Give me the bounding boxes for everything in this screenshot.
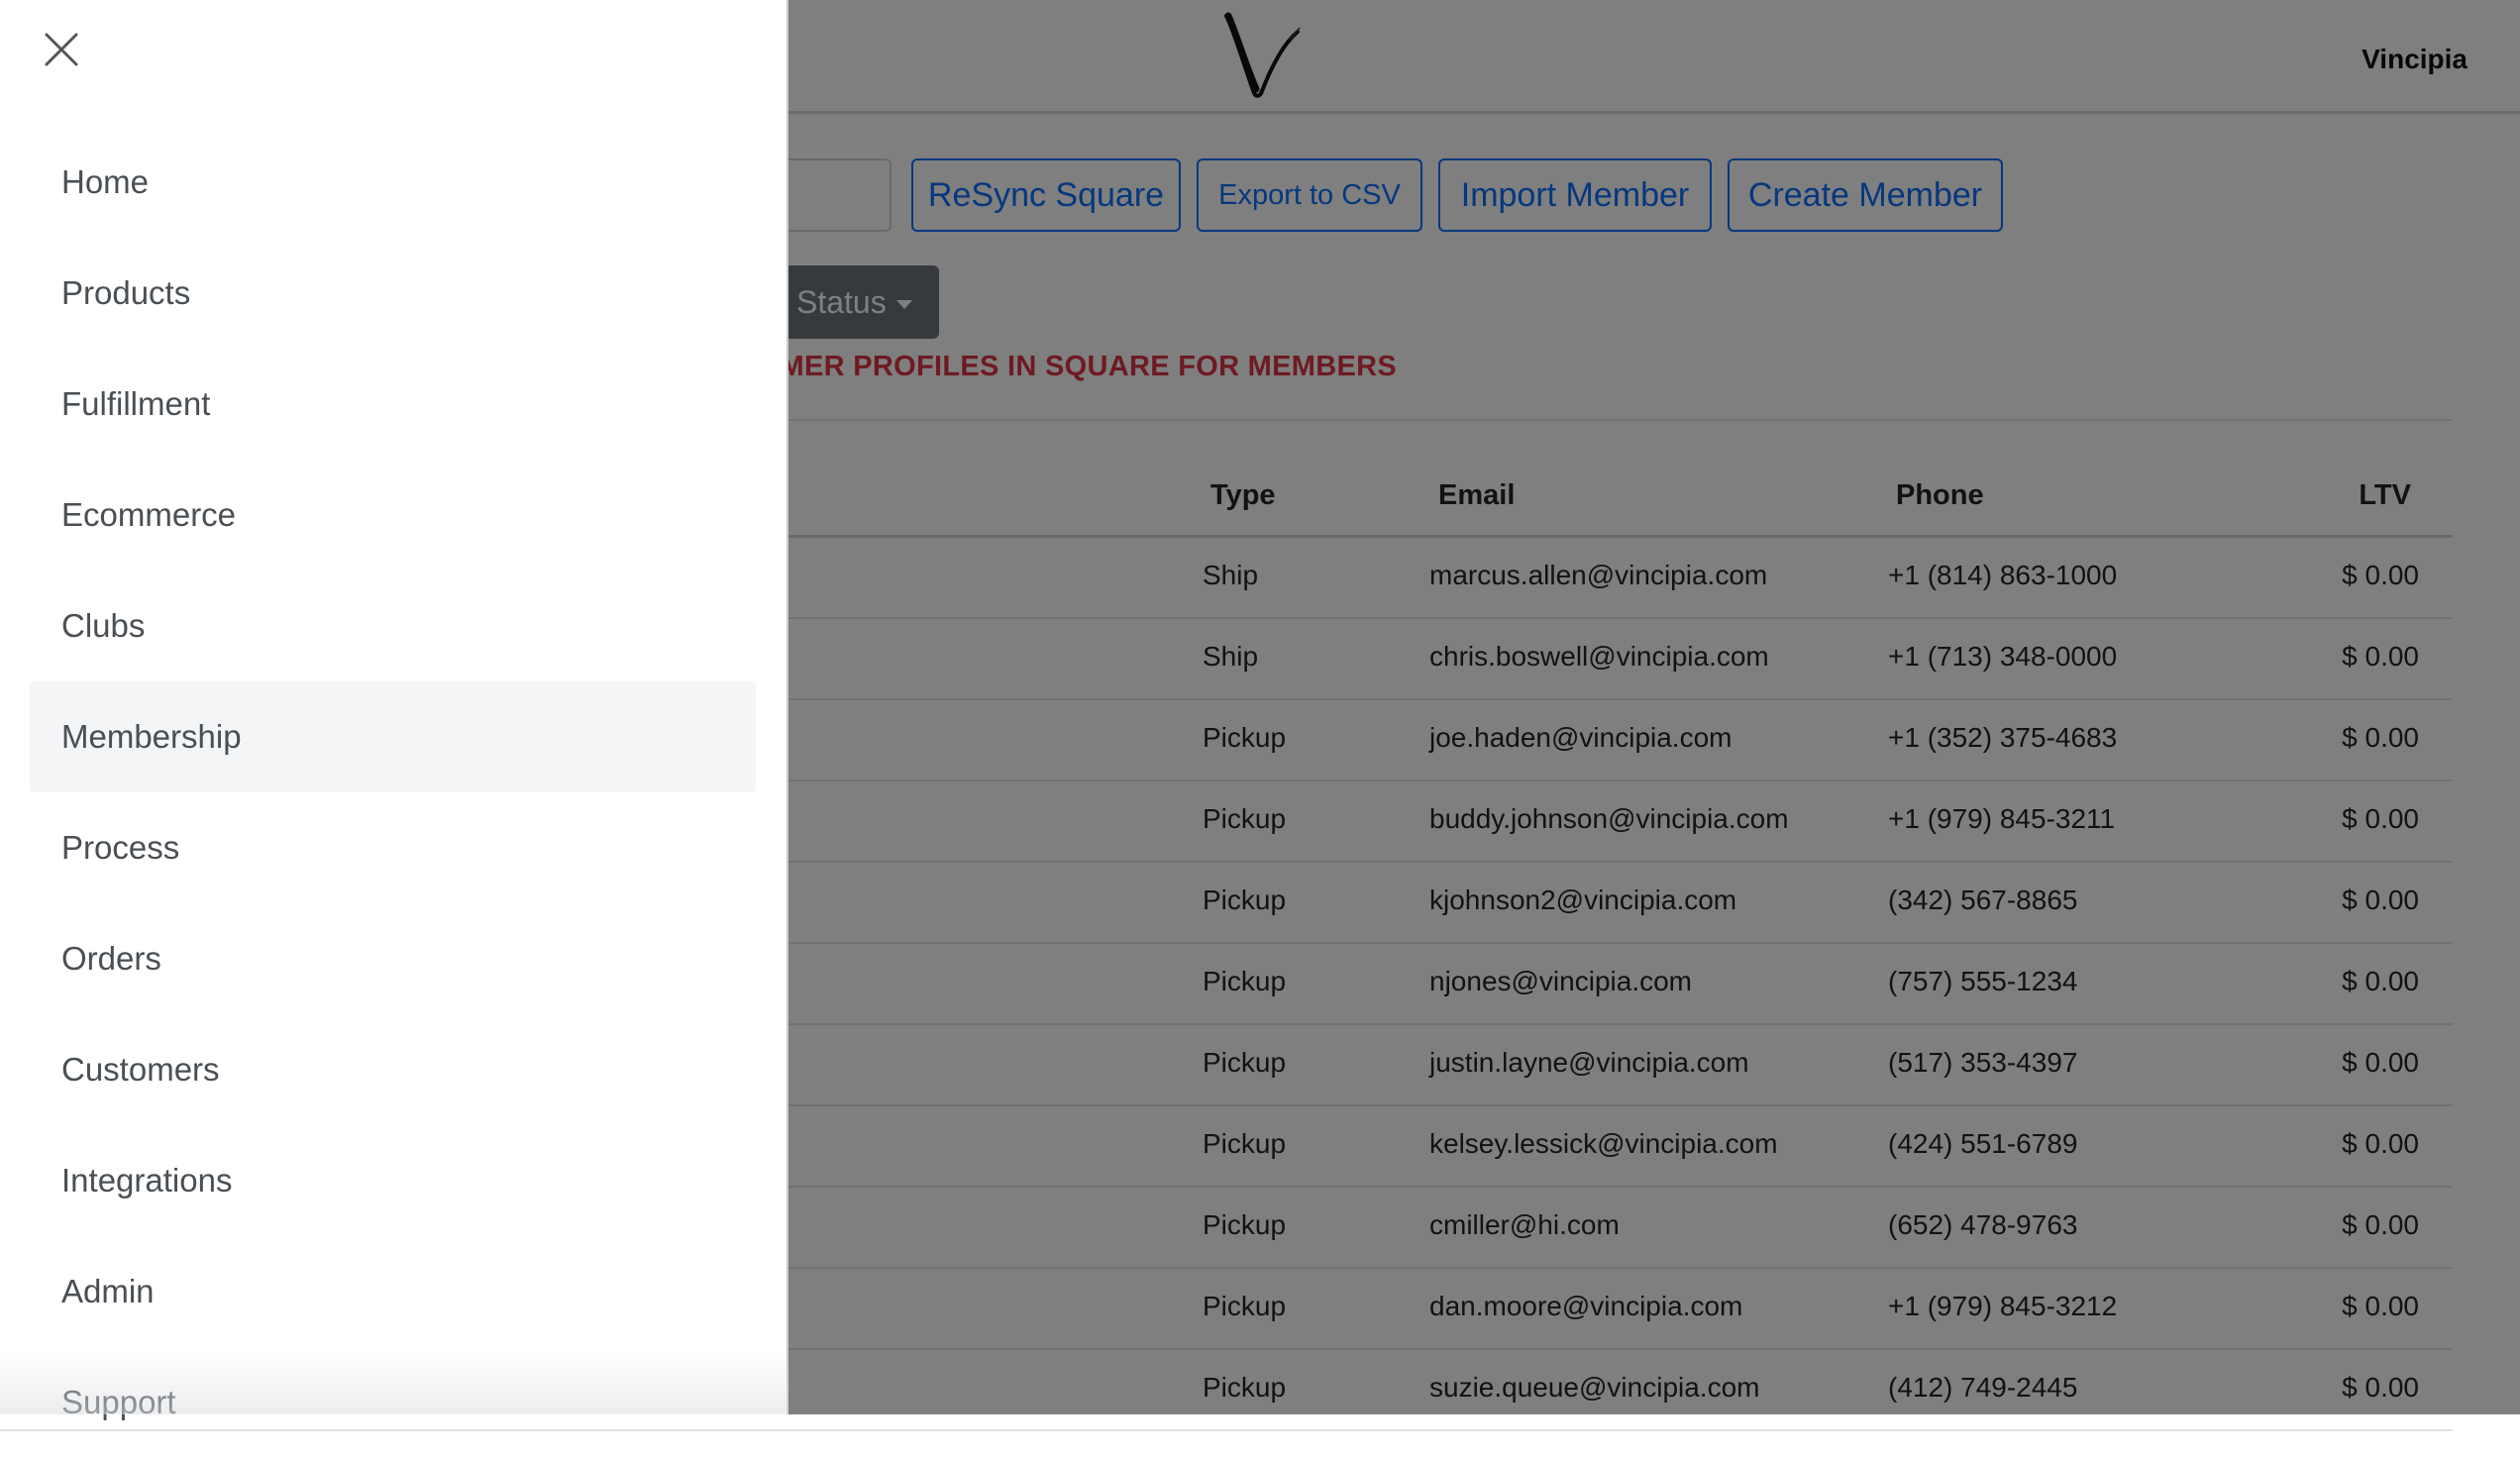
close-icon-glyph xyxy=(45,33,78,66)
sidebar-item-home[interactable]: Home xyxy=(30,127,756,238)
sidebar-item-orders[interactable]: Orders xyxy=(30,903,756,1014)
sidebar-nav: Home Products Fulfillment Ecommerce Clubs Mem… xyxy=(30,127,756,1458)
sidebar-item-membership[interactable]: Membership xyxy=(30,681,756,792)
sidebar-item-customers[interactable]: Customers xyxy=(30,1014,756,1125)
sidebar-item-ecommerce[interactable]: Ecommerce xyxy=(30,460,756,571)
sidebar-item-integrations[interactable]: Integrations xyxy=(30,1125,756,1236)
sidebar-item-process[interactable]: Process xyxy=(30,792,756,903)
sidebar-item-clubs[interactable]: Clubs xyxy=(30,571,756,681)
close-icon[interactable] xyxy=(36,24,87,75)
sidebar-item-fulfillment[interactable]: Fulfillment xyxy=(30,349,756,460)
sidebar-item-admin[interactable]: Admin xyxy=(30,1236,756,1347)
sidebar-item-products[interactable]: Products xyxy=(30,238,756,349)
sidebar-menu: Home Products Fulfillment Ecommerce Clubs Mem… xyxy=(0,0,788,1420)
sidebar-item-support[interactable]: Support xyxy=(30,1347,756,1458)
